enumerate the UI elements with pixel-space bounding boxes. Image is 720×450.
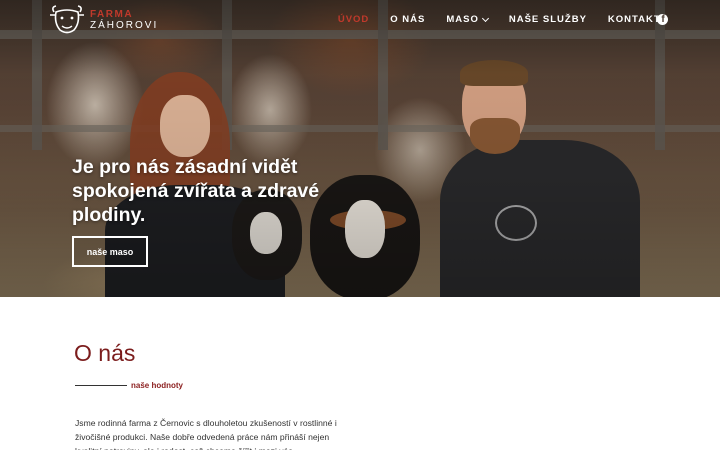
nav-item-label: MASO <box>446 14 479 25</box>
site-logo[interactable]: FARMA ZÁHOROVI <box>48 3 158 37</box>
nav-item-label: NAŠE SLUŽBY <box>508 14 587 25</box>
facebook-icon[interactable]: f <box>657 14 668 25</box>
section-divider <box>75 385 127 386</box>
main-nav: ÚVOD O NÁS MASO NAŠE SLUŽBY KONTAKTY <box>317 14 668 25</box>
nav-item-label: O NÁS <box>390 14 426 25</box>
hero-title: Je pro nás zásadní vidět spokojená zvířa… <box>72 156 320 226</box>
nav-item-o-nas[interactable]: O NÁS <box>390 14 425 25</box>
logo-line-zahorovi: ZÁHOROVI <box>90 20 159 31</box>
nav-item-uvod[interactable]: ÚVOD <box>338 14 369 25</box>
nase-maso-button[interactable]: naše maso <box>72 236 148 267</box>
chevron-down-icon <box>481 14 489 22</box>
logo-line-farma: FARMA <box>90 9 134 20</box>
about-subtitle: naše hodnoty <box>131 381 184 390</box>
nav-item-maso[interactable]: MASO <box>446 14 489 25</box>
logo-wordmark: FARMA ZÁHOROVI <box>90 9 158 31</box>
about-title: O nás <box>74 340 136 366</box>
about-paragraph: Jsme rodinná farma z Černovic s dlouhole… <box>75 418 337 450</box>
cow-head-logo-icon <box>50 5 84 34</box>
hero-banner: FARMA ZÁHOROVI ÚVOD O NÁS MASO NAŠE SLUŽ… <box>0 0 720 297</box>
nav-item-label: ÚVOD <box>337 14 370 25</box>
nav-item-nase-sluzby[interactable]: NAŠE SLUŽBY <box>509 14 587 25</box>
